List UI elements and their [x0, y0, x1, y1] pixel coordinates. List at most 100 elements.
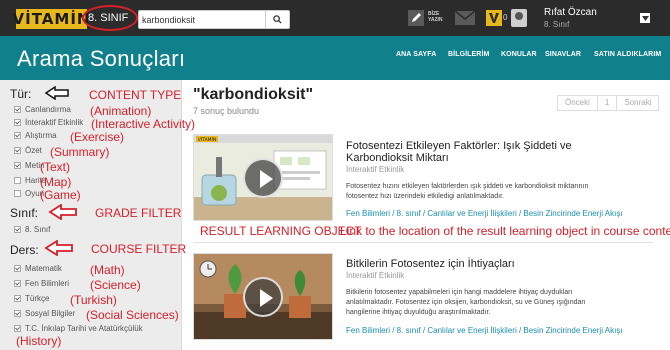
- nav-my-info[interactable]: BİLGİLERİM: [448, 51, 489, 58]
- summary-annotation: (Summary): [50, 145, 110, 159]
- result-title[interactable]: Fotosentezi Etkileyen Faktörler: Işık Şi…: [346, 140, 572, 164]
- grade-highlight-circle: [82, 5, 138, 31]
- filter-label: Matematik: [25, 264, 62, 273]
- filter-label: T.C. İnkılap Tarihi ve Atatürkçülük: [25, 324, 143, 333]
- game-annotation: (Game): [40, 188, 81, 202]
- map-annotation: (Map): [40, 175, 72, 189]
- result-desc-line: fotosentez hızı üzerindeki etkiledigi an…: [346, 193, 504, 200]
- course-filter-science[interactable]: Fen Bilimleri: [14, 279, 69, 288]
- nav-home[interactable]: ANA SAYFA: [396, 51, 436, 58]
- filter-label: Sosyal Bilgiler: [25, 309, 76, 318]
- type-filter-exercise[interactable]: Alıştırma: [14, 131, 57, 140]
- grade-filter-title: Sınıf:: [10, 206, 39, 220]
- checkbox[interactable]: [14, 295, 21, 302]
- result-desc-line: Bitkilerin fotosentez yapabilmeleri için…: [346, 289, 573, 296]
- play-button[interactable]: [243, 157, 283, 198]
- page-title: Arama Sonuçları: [17, 46, 186, 71]
- checkbox[interactable]: [14, 280, 21, 287]
- pager-previous[interactable]: Önceki: [558, 96, 598, 110]
- search-button[interactable]: [265, 11, 289, 28]
- math-annotation: (Math): [90, 263, 125, 277]
- checkbox[interactable]: [14, 325, 21, 332]
- points-count: 0: [503, 13, 508, 22]
- play-button[interactable]: [243, 276, 283, 317]
- checkbox[interactable]: [14, 147, 21, 154]
- course-filter-history[interactable]: T.C. İnkılap Tarihi ve Atatürkçülük: [14, 324, 143, 333]
- content-type-annotation: CONTENT TYPE: [89, 88, 182, 102]
- filter-label: Türkçe: [25, 294, 50, 303]
- turkish-annotation: (Turkish): [70, 293, 117, 307]
- result-course-path-link[interactable]: Fen Bilimleri / 8. sınıf / Canlılar ve E…: [346, 326, 623, 335]
- checkbox[interactable]: [14, 226, 21, 233]
- result-count: 7 sonuç bulundu: [193, 106, 260, 116]
- interactive-activity-annotation: (Interactive Activity): [91, 117, 196, 131]
- checkbox[interactable]: [14, 162, 21, 169]
- social-sciences-annotation: (Social Sciences): [86, 308, 179, 322]
- user-name[interactable]: Rıfat Özcan: [544, 7, 597, 18]
- result-title[interactable]: Bitkilerin Fotosentez için İhtiyaçları: [346, 258, 515, 270]
- type-filter-interactive[interactable]: İnteraktif Etkinlik: [14, 118, 83, 127]
- user-menu-button[interactable]: [640, 13, 650, 23]
- result-divider: [193, 242, 653, 243]
- search-input[interactable]: [142, 13, 262, 27]
- result-thumbnail[interactable]: VİTAMİN: [193, 134, 333, 221]
- filter-label: Özet: [25, 146, 42, 155]
- checkbox[interactable]: [14, 132, 21, 139]
- top-bar: VİTAMİN 8. SINIF BİZE YAZIN 0 Rıfat Özca…: [0, 0, 670, 36]
- type-filter-summary[interactable]: Özet: [14, 146, 42, 155]
- user-avatar[interactable]: [511, 9, 527, 27]
- result-desc-line: Fotosentez hızını etkileyen faktörlerden…: [346, 183, 589, 190]
- result-desc-line: hangilerine ihtiyaç duyulduğu araştırılm…: [346, 309, 491, 316]
- write-label-line2: YAZIN: [428, 17, 443, 23]
- user-grade: 8. Sınıf: [544, 20, 570, 29]
- type-filter-animation[interactable]: Canlandırma: [14, 105, 71, 114]
- nav-topics[interactable]: KONULAR: [501, 51, 537, 58]
- search-box: [138, 10, 290, 29]
- checkbox[interactable]: [14, 177, 21, 184]
- write-label[interactable]: BİZE YAZIN: [428, 11, 443, 23]
- arrow-left-icon: [44, 240, 73, 256]
- arrow-left-icon: [44, 86, 69, 100]
- checkbox[interactable]: [14, 106, 21, 113]
- result-type: İnteraktif Etkinlik: [346, 165, 405, 174]
- search-icon: [273, 15, 282, 24]
- course-filter-social[interactable]: Sosyal Bilgiler: [14, 309, 75, 318]
- course-filter-math[interactable]: Matematik: [14, 264, 62, 273]
- link-annotation: Link to the location of the result learn…: [340, 224, 670, 238]
- search-query-heading: "karbondioksit": [193, 86, 314, 103]
- course-filter-title: Ders:: [10, 243, 39, 257]
- exercise-annotation: (Exercise): [70, 130, 125, 144]
- nav-exams[interactable]: SINAVLAR: [545, 51, 581, 58]
- course-filter-turkish[interactable]: Türkçe: [14, 294, 49, 303]
- checkbox[interactable]: [14, 190, 21, 197]
- result-title-line: Karbondioksit Miktarı: [346, 152, 449, 164]
- course-filter-annotation: COURSE FILTER: [91, 242, 187, 256]
- filter-sidebar: Tür: CONTENT TYPE Canlandırma (Animation…: [0, 80, 195, 350]
- checkbox[interactable]: [14, 310, 21, 317]
- result-course-path-link[interactable]: Fen Bilimleri / 8. sınıf / Canlılar ve E…: [346, 209, 623, 218]
- type-filter-title: Tür:: [10, 87, 32, 101]
- mail-icon[interactable]: [455, 11, 475, 25]
- filter-label: Canlandırma: [25, 105, 71, 114]
- filter-label: Alıştırma: [25, 131, 57, 140]
- pager-next[interactable]: Sonraki: [617, 96, 658, 110]
- filter-label: İnteraktif Etkinlik: [25, 118, 84, 127]
- filter-label: 8. Sınıf: [25, 225, 51, 234]
- result-thumbnail[interactable]: [193, 253, 333, 340]
- grade-filter-8[interactable]: 8. Sınıf: [14, 225, 50, 234]
- result-title-line: Fotosentezi Etkileyen Faktörler: Işık Şi…: [346, 140, 572, 152]
- result-description: Fotosentez hızını etkileyen faktörlerden…: [346, 182, 641, 202]
- filter-label: Fen Bilimleri: [25, 279, 70, 288]
- text-annotation: (Text): [40, 160, 70, 174]
- pencil-icon[interactable]: [408, 10, 424, 26]
- arrow-left-icon: [48, 204, 77, 220]
- vitamin-logo[interactable]: VİTAMİN: [13, 9, 89, 29]
- pagination: Önceki 1 Sonraki: [557, 95, 660, 111]
- checkbox[interactable]: [14, 265, 21, 272]
- result-object-annotation: RESULT LEARNING OBJECT: [200, 224, 362, 238]
- pager-page-1[interactable]: 1: [598, 96, 618, 110]
- checkbox[interactable]: [14, 119, 21, 126]
- nav-purchases[interactable]: SATIN ALDIKLARIM: [594, 51, 661, 58]
- points-icon[interactable]: [486, 10, 502, 26]
- result-title-line: Bitkilerin Fotosentez için İhtiyaçları: [346, 258, 515, 270]
